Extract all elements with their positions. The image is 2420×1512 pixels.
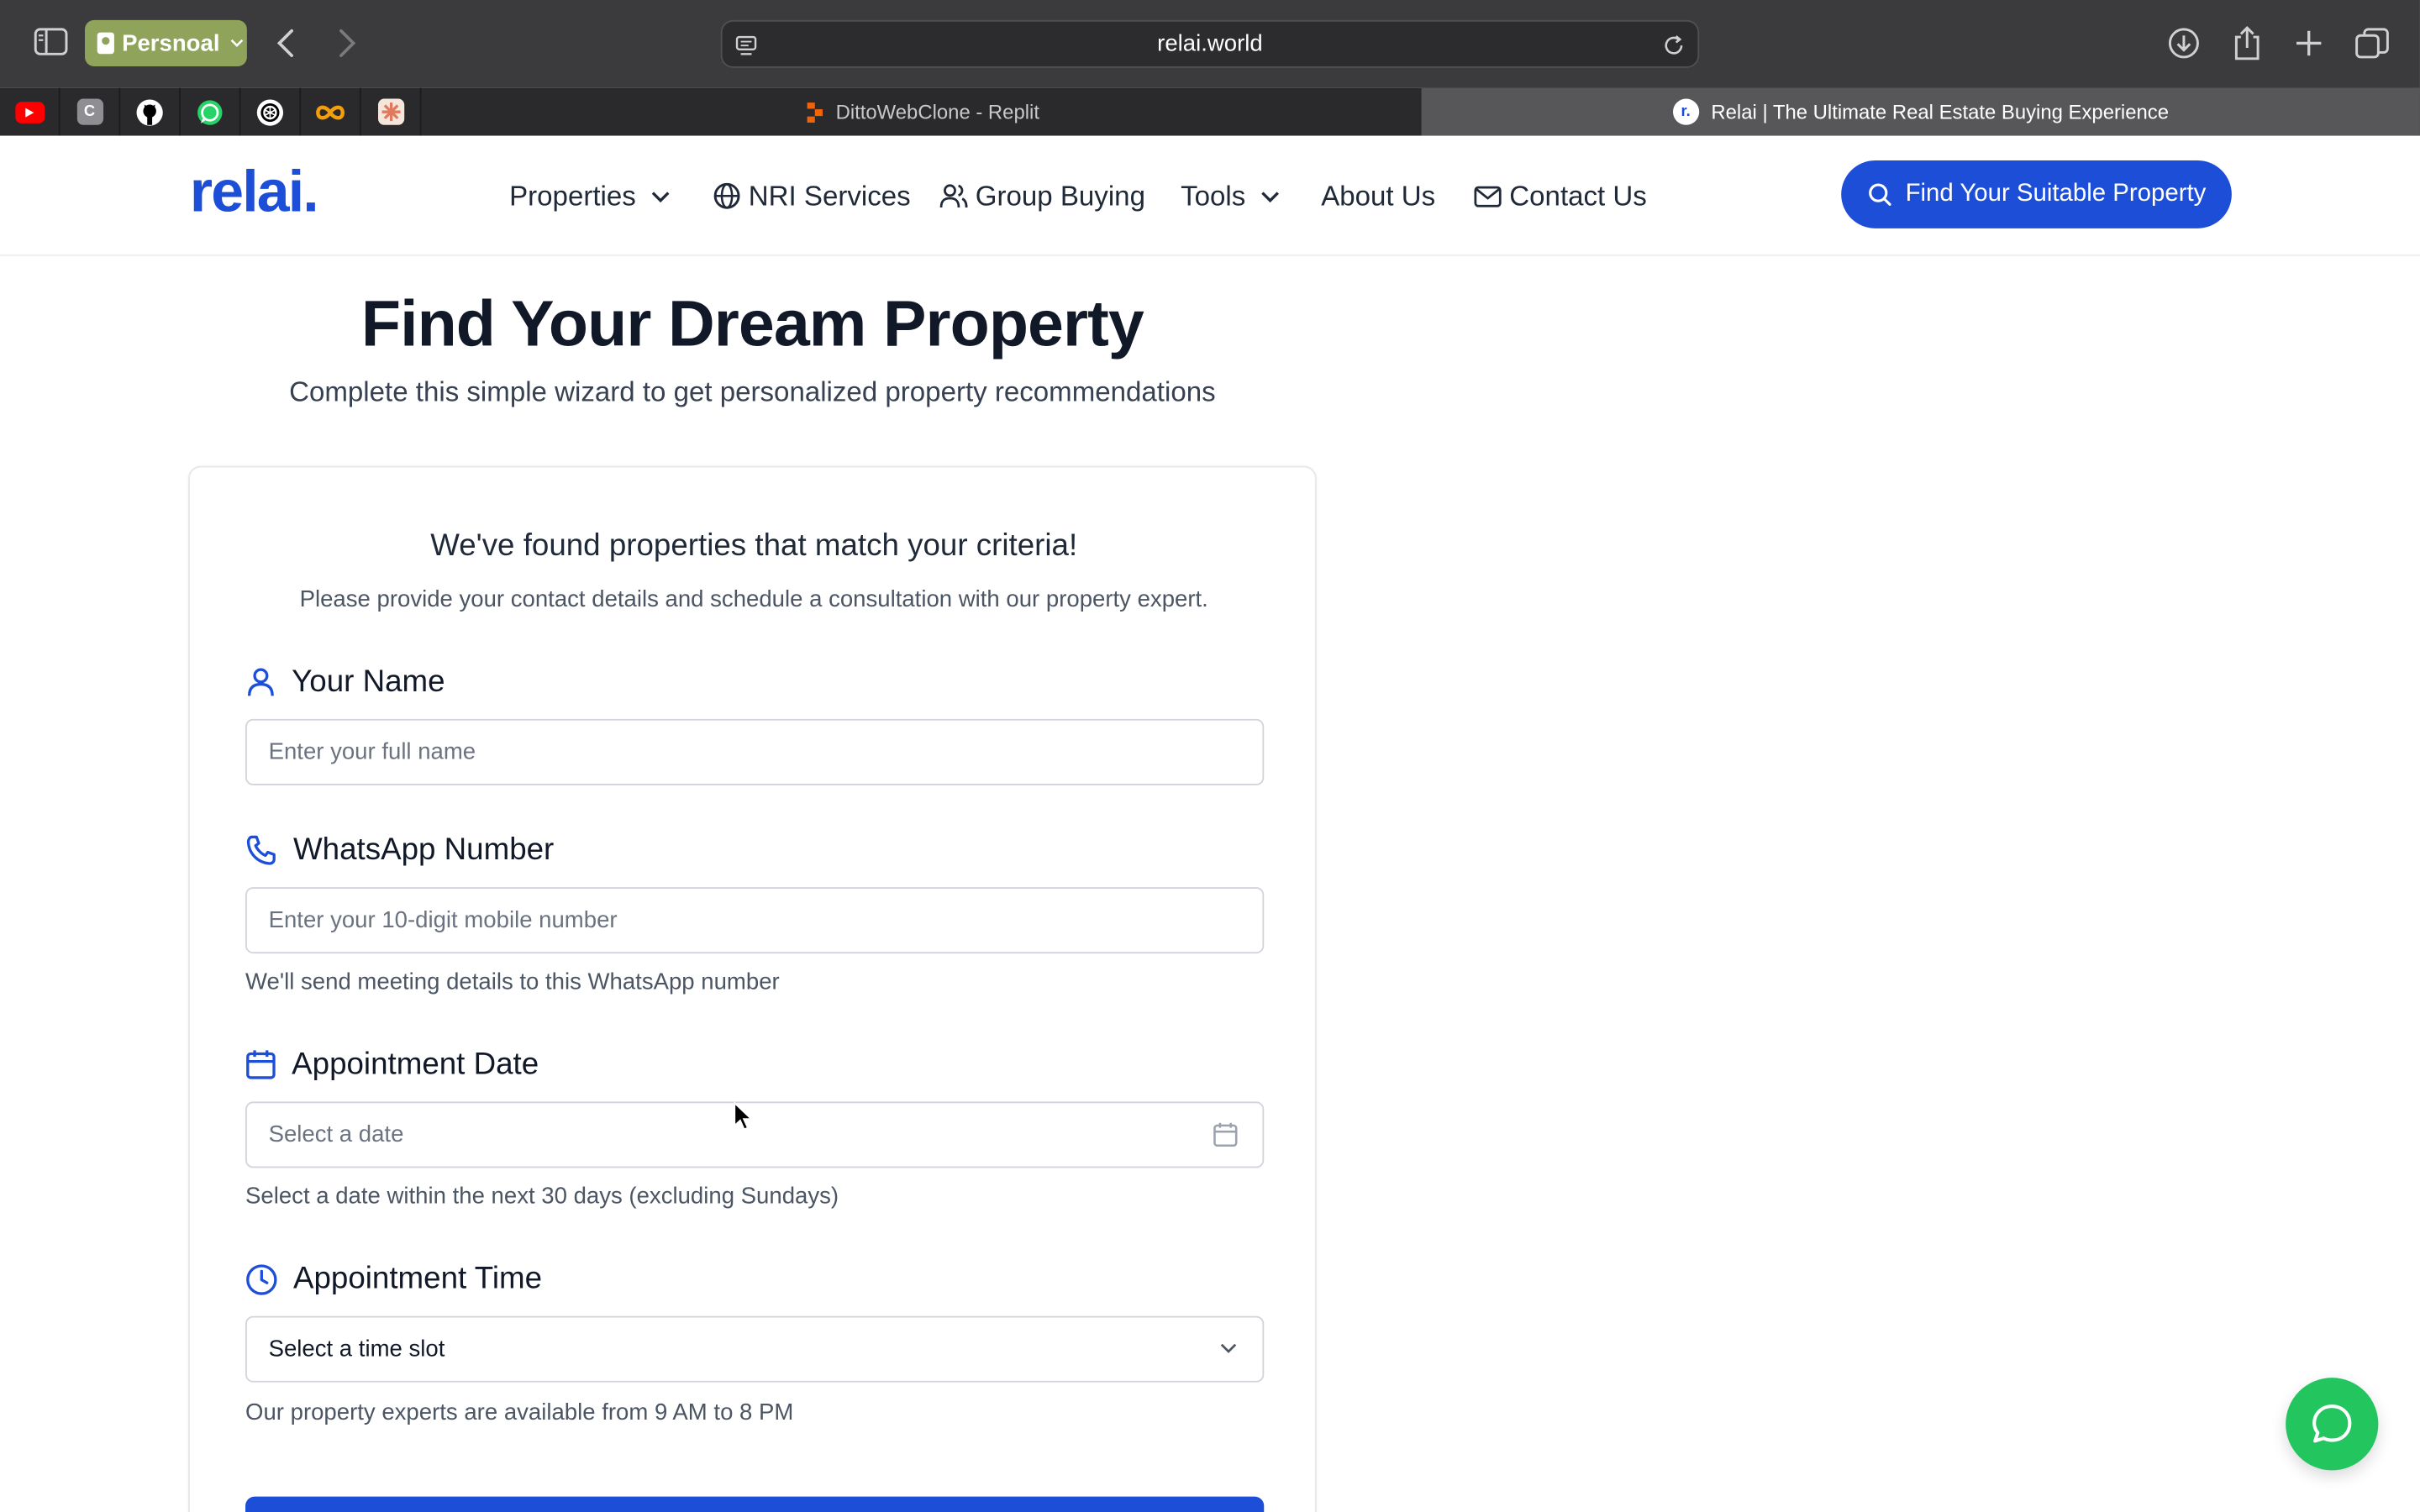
address-bar[interactable]: relai.world [720, 19, 1700, 68]
sidebar-toggle-icon[interactable] [34, 28, 68, 55]
page-subtitle: Complete this simple wizard to get perso… [289, 376, 1216, 407]
nav-label: About Us [1321, 179, 1436, 211]
relai-favicon-icon: r. [1672, 98, 1699, 125]
chat-widget-button[interactable] [2286, 1378, 2379, 1471]
page-menu-icon[interactable] [734, 34, 758, 57]
calendar-picker-icon[interactable] [1213, 1121, 1238, 1147]
claude-icon [377, 98, 404, 125]
globe-icon [713, 182, 740, 209]
chevron-down-icon [1220, 1343, 1237, 1353]
pinned-tab-infinity[interactable] [301, 87, 361, 136]
date-label: Appointment Date [245, 1043, 539, 1086]
profile-label: Persnoal [122, 29, 220, 57]
name-label: Your Name [245, 660, 445, 703]
nav-label: Properties [509, 179, 636, 211]
browser-toolbar: Persnoal relai.world [0, 0, 2420, 88]
contact-form-card: We've found properties that match your c… [188, 465, 1317, 1512]
tab-dittowebclone[interactable]: DittoWebClone - Replit [423, 88, 1421, 136]
submit-button[interactable] [245, 1496, 1265, 1512]
find-suitable-property-button[interactable]: Find Your Suitable Property [1841, 160, 2232, 228]
downloads-icon[interactable] [2167, 26, 2201, 60]
date-label-text: Appointment Date [292, 1047, 539, 1081]
pinned-tab-c[interactable]: C [60, 87, 121, 136]
whatsapp-label-text: WhatsApp Number [292, 832, 555, 867]
time-help-text: Our property experts are available from … [245, 1399, 794, 1426]
form-subheading: Please provide your contact details and … [299, 585, 1208, 613]
name-input[interactable]: Enter your full name [245, 718, 1265, 785]
reload-icon[interactable] [1662, 34, 1686, 57]
time-label: Appointment Time [245, 1257, 542, 1300]
mail-icon [1474, 185, 1502, 207]
whatsapp-number-input[interactable]: Enter your 10-digit mobile number [245, 887, 1265, 954]
pinned-tab-github[interactable] [120, 87, 181, 136]
users-icon [939, 184, 968, 208]
form-heading: We've found properties that match your c… [430, 528, 1078, 564]
share-icon[interactable] [2232, 24, 2263, 61]
cta-label: Find Your Suitable Property [1905, 180, 2207, 207]
whatsapp-help-text: We'll send meeting details to this Whats… [245, 969, 780, 995]
nav-contact-us[interactable]: Contact Us [1474, 176, 1647, 216]
tab-bar: C DittoWebClone - Replit r. Relai | The … [0, 87, 2420, 136]
chevron-down-icon [231, 39, 244, 48]
github-icon [136, 98, 163, 125]
nav-label: Contact Us [1509, 179, 1647, 211]
page-title: Find Your Dream Property [360, 286, 1144, 360]
c-app-icon: C [76, 98, 103, 125]
nav-nri-services[interactable]: NRI Services [713, 176, 911, 216]
pinned-tab-openai[interactable] [241, 87, 302, 136]
name-placeholder: Enter your full name [268, 738, 476, 766]
tab-title: Relai | The Ultimate Real Estate Buying … [1711, 100, 2170, 123]
chevron-down-icon [651, 191, 670, 202]
replit-icon [806, 102, 823, 123]
new-tab-icon[interactable] [2293, 28, 2324, 59]
phone-icon [246, 834, 276, 864]
forward-arrow-icon[interactable] [336, 28, 358, 59]
profile-icon [97, 32, 114, 55]
nav-properties[interactable]: Properties [509, 176, 671, 216]
profile-button[interactable]: Persnoal [85, 19, 247, 66]
time-selected-value: Select a time slot [268, 1336, 445, 1362]
tab-title: DittoWebClone - Replit [835, 100, 1039, 123]
mouse-cursor-icon [734, 1101, 754, 1131]
nav-label: Tools [1181, 179, 1246, 211]
nav-group-buying[interactable]: Group Buying [939, 176, 1145, 216]
appointment-time-select[interactable]: Select a time slot [245, 1315, 1265, 1383]
url-text: relai.world [1157, 30, 1263, 57]
chat-bubble-icon [2312, 1404, 2352, 1443]
nav-tools[interactable]: Tools [1181, 176, 1281, 216]
nav-about-us[interactable]: About Us [1321, 176, 1435, 216]
nav-label: Group Buying [975, 179, 1145, 211]
whatsapp-icon [197, 99, 223, 124]
tab-relai[interactable]: r. Relai | The Ultimate Real Estate Buyi… [1421, 87, 2420, 136]
clock-icon [246, 1263, 277, 1294]
whatsapp-label: WhatsApp Number [245, 828, 554, 871]
pinned-tab-youtube[interactable] [0, 87, 60, 136]
time-label-text: Appointment Time [292, 1261, 543, 1295]
infinity-icon [316, 104, 345, 119]
date-placeholder: Select a date [268, 1121, 404, 1148]
youtube-icon [14, 101, 45, 123]
relai-logo[interactable]: relai. [190, 160, 319, 227]
pinned-tab-claude[interactable] [361, 87, 422, 136]
openai-icon [256, 98, 284, 125]
appointment-date-input[interactable]: Select a date [245, 1101, 1265, 1168]
whatsapp-placeholder: Enter your 10-digit mobile number [268, 906, 618, 934]
nav-label: NRI Services [748, 179, 911, 211]
chevron-down-icon [1261, 191, 1280, 202]
pinned-tab-whatsapp[interactable] [181, 87, 241, 136]
user-icon [247, 668, 274, 696]
calendar-icon [246, 1050, 276, 1079]
search-icon [1868, 183, 1891, 206]
site-header: relai. Properties NRI Services Group Buy… [0, 135, 2420, 256]
date-help-text: Select a date within the next 30 days (e… [245, 1183, 839, 1210]
name-label-text: Your Name [292, 664, 445, 699]
back-arrow-icon[interactable] [275, 28, 297, 59]
tab-overview-icon[interactable] [2355, 28, 2389, 59]
